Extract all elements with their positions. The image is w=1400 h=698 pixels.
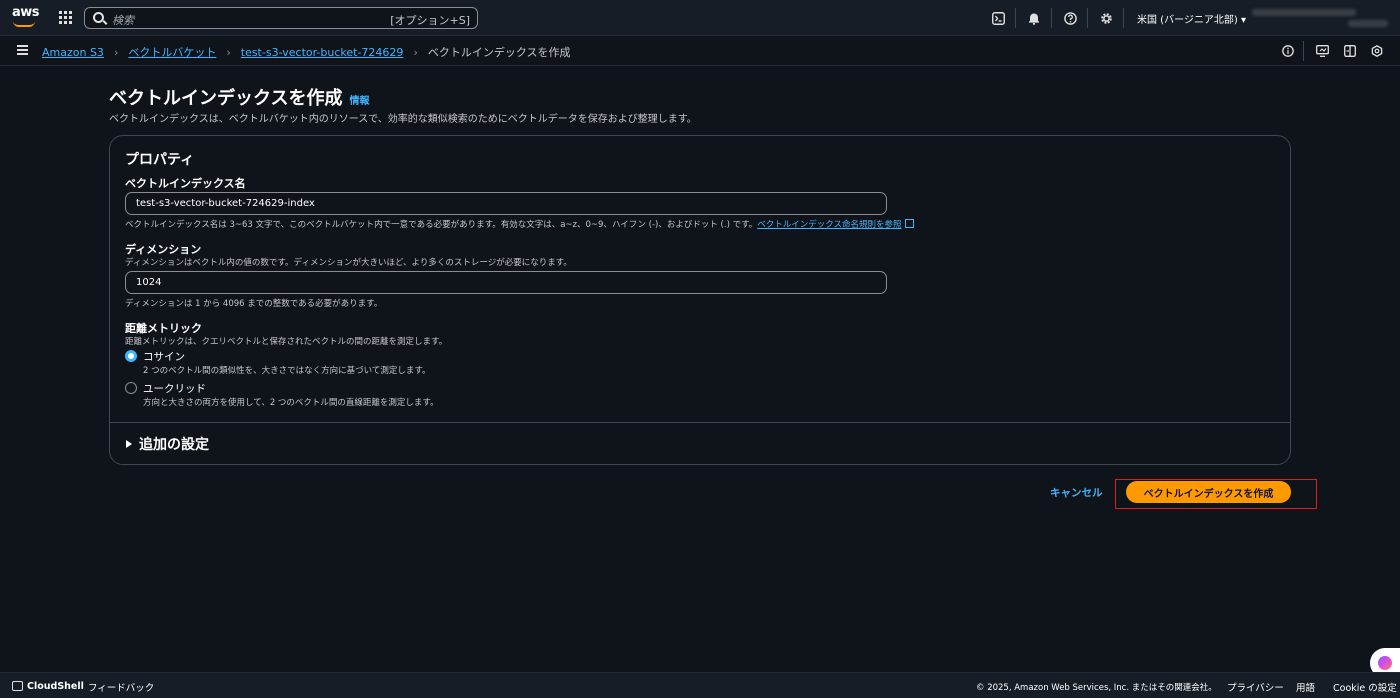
chevron-right-icon: › [113, 45, 119, 59]
privacy-link[interactable]: プライバシー [1227, 680, 1284, 694]
chevron-right-icon: › [226, 45, 231, 59]
gear-icon[interactable] [1097, 9, 1115, 27]
breadcrumb: Amazon S3 › ベクトルバケット › test-s3-vector-bu… [42, 44, 571, 60]
help-icon[interactable] [1061, 9, 1079, 27]
search-shortcut: [オプション+S] [390, 14, 470, 27]
cosine-radio[interactable] [125, 350, 137, 362]
info-icon[interactable] [1281, 44, 1295, 58]
cookie-settings-link[interactable]: Cookie の設定 [1333, 680, 1397, 694]
breadcrumb-bar: Amazon S3 › ベクトルバケット › test-s3-vector-bu… [0, 36, 1400, 66]
info-link[interactable]: 情報 [349, 92, 369, 107]
page-title: ベクトルインデックスを作成 [109, 88, 343, 109]
chevron-right-icon: › [413, 45, 418, 59]
dimension-hint: ディメンションは 1 から 4096 までの整数である必要があります。 [125, 299, 383, 309]
breadcrumb-current: ベクトルインデックスを作成 [427, 46, 571, 59]
distance-metric-label: 距離メトリック [125, 322, 202, 335]
feedback-link[interactable]: フィードバック [88, 680, 154, 694]
cloudshell-icon[interactable] [12, 681, 23, 691]
dimension-label: ディメンション [125, 243, 202, 256]
cloudshell-link[interactable]: CloudShell [27, 681, 84, 692]
index-name-hint-text: ベクトルインデックス名は 3~63 文字で、このベクトルバケット内で一意である必… [125, 220, 758, 230]
create-index-button[interactable]: ベクトルインデックスを作成 [1126, 481, 1291, 503]
caret-right-icon [126, 440, 132, 448]
euclidean-radio[interactable] [125, 382, 137, 394]
additional-settings-label: 追加の設定 [139, 437, 209, 453]
monitor-icon[interactable] [1315, 44, 1329, 58]
cosine-label[interactable]: コサイン [143, 349, 185, 364]
additional-settings-toggle[interactable]: 追加の設定 [126, 434, 209, 454]
bell-icon[interactable] [1025, 9, 1043, 27]
index-name-label: ベクトルインデックス名 [125, 177, 246, 190]
euclidean-label[interactable]: ユークリッド [143, 381, 206, 396]
cloudshell-icon[interactable] [989, 9, 1007, 27]
section-divider [110, 422, 1290, 423]
search-icon [93, 12, 104, 23]
breadcrumb-link-s3[interactable]: Amazon S3 [42, 46, 104, 59]
region-selector[interactable]: 米国 (バージニア北部) ▾ [1137, 11, 1246, 26]
terms-link[interactable]: 用語 [1296, 680, 1315, 694]
cancel-button[interactable]: キャンセル [1050, 485, 1103, 500]
naming-rules-link[interactable]: ベクトルインデックス命名規則を参照 [757, 220, 901, 230]
settings-hex-icon[interactable] [1370, 44, 1384, 58]
cosine-description: 2 つのベクトル間の類似性を、大きさではなく方向に基づいて測定します。 [143, 366, 431, 376]
services-menu-icon[interactable] [59, 11, 72, 24]
search-input[interactable]: 検索 [オプション+S] [84, 7, 478, 29]
account-menu[interactable] [1252, 5, 1388, 31]
menu-icon[interactable] [17, 45, 28, 55]
assistant-icon [1378, 656, 1392, 670]
dimension-input[interactable]: 1024 [125, 271, 887, 294]
search-placeholder: 検索 [112, 14, 134, 27]
index-name-input[interactable]: test-s3-vector-bucket-724629-index [125, 192, 887, 215]
page-header: ベクトルインデックスを作成 情報 [109, 84, 369, 110]
page-description: ベクトルインデックスは、ベクトルバケット内のリソースで、効率的な類似検索のために… [109, 114, 697, 125]
external-link-icon [904, 219, 914, 228]
properties-panel: プロパティ ベクトルインデックス名 test-s3-vector-bucket-… [109, 135, 1291, 465]
footer: CloudShell フィードバック © 2025, Amazon Web Se… [0, 672, 1400, 698]
index-name-hint: ベクトルインデックス名は 3~63 文字で、このベクトルバケット内で一意である必… [125, 218, 914, 230]
properties-heading: プロパティ [125, 152, 195, 168]
top-nav-bar: aws 検索 [オプション+S] 米国 (バージニア北部) ▾ [0, 0, 1400, 36]
breadcrumb-link-bucket[interactable]: test-s3-vector-bucket-724629 [241, 46, 404, 59]
euclidean-description: 方向と大きさの両方を使用して、2 つのベクトル間の直線距離を測定します。 [143, 398, 439, 408]
copyright-text: © 2025, Amazon Web Services, Inc. またはその関… [976, 683, 1217, 693]
breadcrumb-link-vector-buckets[interactable]: ベクトルバケット [128, 44, 216, 60]
dimension-description: ディメンションはベクトル内の値の数です。ディメンションが大きいほど、より多くのス… [125, 258, 572, 268]
split-panel-icon[interactable] [1343, 44, 1357, 58]
distance-metric-description: 距離メトリックは、クエリベクトルと保存されたベクトルの間の距離を測定します。 [125, 337, 448, 347]
aws-logo[interactable]: aws [12, 6, 40, 29]
